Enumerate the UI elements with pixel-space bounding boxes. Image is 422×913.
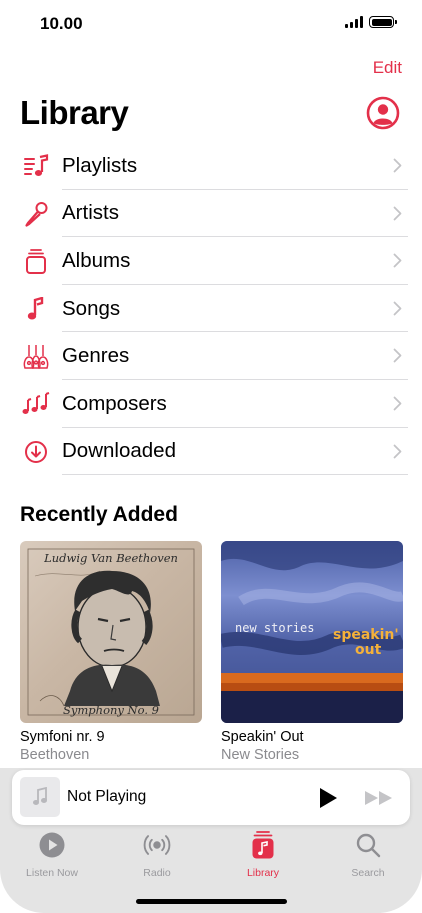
play-circle-icon bbox=[37, 830, 67, 860]
album-artist: New Stories bbox=[221, 747, 300, 763]
tab-bar: Listen Now Radio Library Search bbox=[0, 830, 422, 882]
signal-icon bbox=[345, 16, 363, 28]
menu-item-albums[interactable]: Albums bbox=[0, 237, 422, 285]
playlist-icon bbox=[22, 153, 50, 179]
album-stack-icon bbox=[22, 248, 50, 275]
album-cover: Ludwig Van Beethoven Symphony No. 9 bbox=[20, 541, 202, 723]
microphone-icon bbox=[22, 201, 50, 227]
cover-footer: Symphony No. 9 bbox=[63, 703, 159, 717]
tab-label: Library bbox=[246, 867, 280, 879]
cover-band: new stories bbox=[235, 621, 315, 635]
album-title: Speakin' Out bbox=[221, 729, 304, 745]
divider bbox=[62, 474, 408, 476]
status-icons bbox=[345, 16, 397, 28]
edit-button[interactable]: Edit bbox=[373, 58, 402, 78]
album-artist: Beethoven bbox=[20, 747, 90, 763]
menu-item-songs[interactable]: Songs bbox=[0, 285, 422, 333]
chevron-right-icon bbox=[393, 158, 402, 173]
album-title: Symfoni nr. 9 bbox=[20, 729, 105, 745]
status-bar: 10.00 bbox=[0, 0, 422, 48]
tab-library[interactable]: Library bbox=[223, 830, 303, 879]
chevron-right-icon bbox=[393, 253, 402, 268]
battery-icon bbox=[369, 16, 397, 28]
chevron-right-icon bbox=[393, 348, 402, 363]
chevron-right-icon bbox=[393, 301, 402, 316]
cover-title-line2: out bbox=[355, 642, 382, 658]
chevron-right-icon bbox=[393, 444, 402, 458]
download-circle-icon bbox=[22, 439, 50, 465]
radio-waves-icon bbox=[142, 830, 172, 860]
tab-listen-now[interactable]: Listen Now bbox=[12, 830, 92, 879]
menu-item-label: Composers bbox=[62, 391, 167, 415]
tab-label: Listen Now bbox=[26, 867, 78, 879]
composer-notes-icon bbox=[22, 391, 50, 417]
menu-item-playlists[interactable]: Playlists bbox=[0, 142, 422, 190]
mini-player-artwork bbox=[20, 777, 60, 817]
menu-item-label: Playlists bbox=[62, 153, 138, 177]
tab-label: Search bbox=[351, 867, 385, 879]
menu-item-label: Albums bbox=[62, 248, 131, 272]
page-title: Library bbox=[20, 94, 129, 131]
chevron-right-icon bbox=[393, 206, 402, 220]
library-menu: Playlists Artists Albums Songs Genres Co… bbox=[0, 142, 422, 476]
menu-item-label: Downloaded bbox=[62, 439, 176, 463]
search-icon bbox=[353, 830, 383, 860]
menu-item-genres[interactable]: Genres bbox=[0, 332, 422, 380]
home-indicator bbox=[136, 899, 287, 904]
album-card[interactable]: Ludwig Van Beethoven Symphony No. 9 Symf… bbox=[20, 541, 202, 763]
album-card[interactable]: new stories speakin' out Speakin' Out Ne… bbox=[221, 541, 403, 763]
account-button[interactable] bbox=[366, 96, 400, 130]
album-cover: new stories speakin' out bbox=[221, 541, 403, 723]
cover-heading: Ludwig Van Beethoven bbox=[44, 551, 178, 565]
guitars-icon bbox=[22, 343, 50, 370]
menu-item-label: Genres bbox=[62, 344, 130, 368]
chevron-right-icon bbox=[393, 396, 402, 411]
mini-player[interactable]: Not Playing bbox=[12, 770, 410, 825]
person-circle-icon bbox=[366, 96, 400, 130]
menu-item-downloaded[interactable]: Downloaded bbox=[0, 428, 422, 476]
section-title: Recently Added bbox=[20, 503, 178, 526]
menu-item-composers[interactable]: Composers bbox=[0, 380, 422, 428]
library-icon bbox=[248, 830, 278, 860]
mini-player-title: Not Playing bbox=[67, 788, 147, 805]
music-note-icon bbox=[22, 296, 50, 322]
tab-label: Radio bbox=[143, 867, 171, 879]
music-note-icon bbox=[33, 787, 47, 805]
beethoven-portrait bbox=[27, 548, 195, 716]
status-time: 10.00 bbox=[40, 14, 83, 33]
tab-radio[interactable]: Radio bbox=[117, 830, 197, 879]
menu-item-label: Songs bbox=[62, 296, 121, 320]
menu-item-artists[interactable]: Artists bbox=[0, 190, 422, 238]
skip-forward-button[interactable] bbox=[364, 790, 394, 806]
menu-item-label: Artists bbox=[62, 201, 119, 225]
play-button[interactable] bbox=[318, 787, 338, 809]
cover-title-line1: speakin' bbox=[333, 627, 399, 643]
tab-search[interactable]: Search bbox=[328, 830, 408, 879]
